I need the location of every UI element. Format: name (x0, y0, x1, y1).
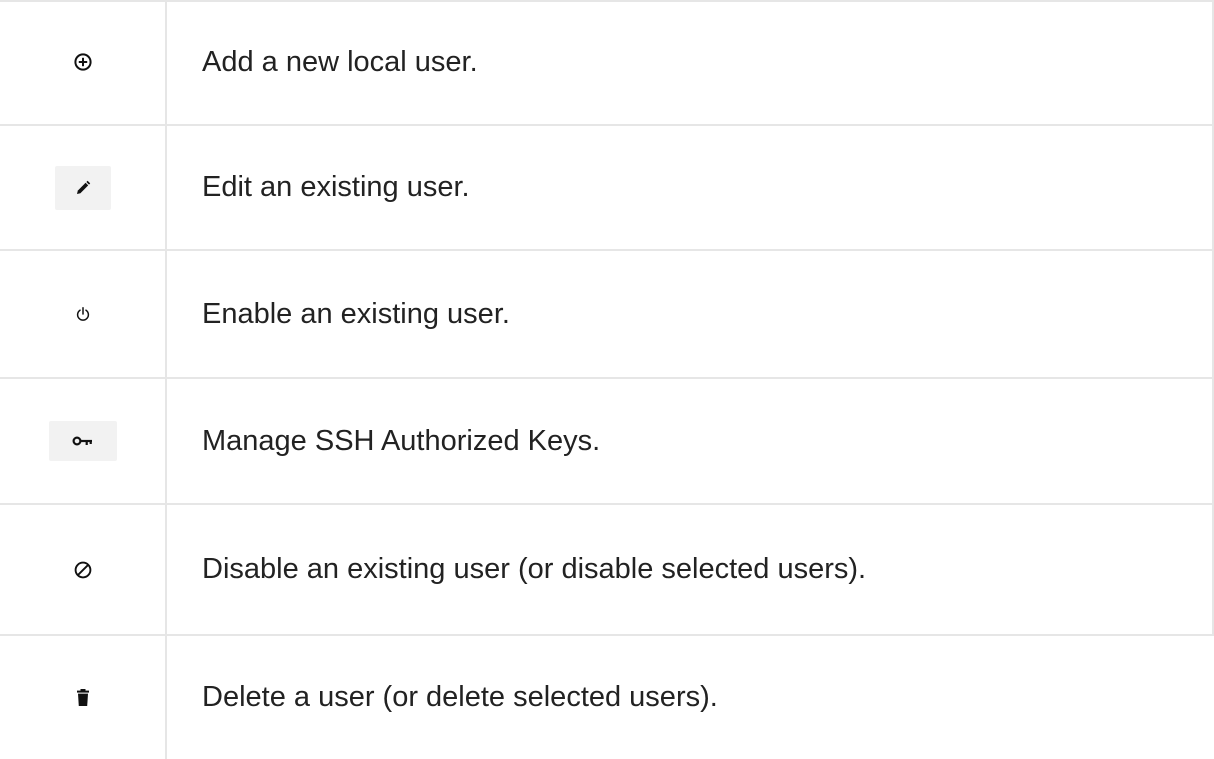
table-row: Manage SSH Authorized Keys. (0, 379, 1214, 505)
icon-cell (0, 636, 165, 759)
row-description: Delete a user (or delete selected users)… (202, 681, 718, 713)
table-row: Disable an existing user (or disable sel… (0, 505, 1214, 636)
icon-cell (0, 251, 165, 377)
ssh-keys-button[interactable] (48, 421, 117, 461)
icon-cell (0, 0, 165, 124)
row-description: Enable an existing user. (202, 297, 510, 330)
table-row: Delete a user (or delete selected users)… (0, 636, 1214, 759)
block-icon[interactable] (73, 560, 93, 580)
table-row: Enable an existing user. (0, 251, 1214, 379)
icon-cell (0, 126, 165, 249)
row-description: Add a new local user. (202, 45, 478, 78)
column-divider (165, 0, 167, 759)
trash-icon[interactable] (76, 688, 90, 707)
add-circle-icon[interactable] (73, 52, 93, 72)
row-description: Manage SSH Authorized Keys. (202, 424, 601, 457)
row-description: Edit an existing user. (202, 171, 470, 203)
row-description: Disable an existing user (or disable sel… (202, 553, 867, 585)
edit-button[interactable] (54, 165, 111, 210)
key-icon (71, 435, 94, 447)
table-row: Edit an existing user. (0, 126, 1214, 251)
icon-legend-table: Add a new local user. Edit an existing u… (0, 0, 1214, 759)
power-icon[interactable] (75, 306, 91, 322)
icon-cell (0, 505, 165, 634)
table-row: Add a new local user. (0, 0, 1214, 126)
pencil-icon (74, 179, 92, 197)
icon-cell (0, 379, 165, 503)
